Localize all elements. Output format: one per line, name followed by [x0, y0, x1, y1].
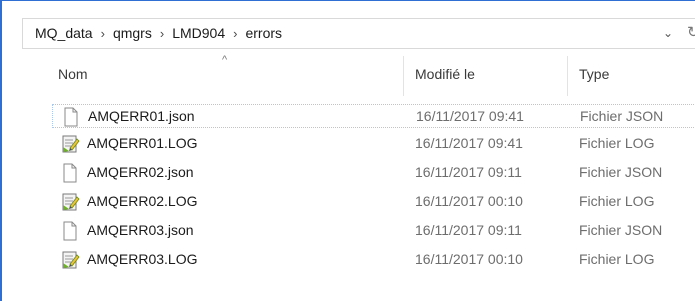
file-row[interactable]: AMQERR03.json 16/11/2017 09:11 Fichier J… [52, 219, 695, 243]
file-name: AMQERR02.json [87, 164, 194, 180]
refresh-icon[interactable]: ↻ [687, 23, 695, 41]
file-name: AMQERR02.LOG [87, 193, 198, 209]
text-document-icon [62, 135, 80, 153]
file-modified-date: 16/11/2017 09:11 [415, 164, 522, 180]
file-name: AMQERR01.LOG [87, 135, 198, 151]
file-row[interactable]: AMQERR01.json 16/11/2017 09:41 Fichier J… [52, 104, 695, 128]
file-modified-date: 16/11/2017 09:41 [415, 135, 523, 151]
column-divider[interactable] [403, 56, 404, 96]
blank-document-icon [63, 221, 77, 241]
window-left-border [0, 0, 2, 301]
file-modified-date: 16/11/2017 09:41 [416, 108, 524, 124]
file-modified-date: 16/11/2017 09:11 [415, 222, 522, 238]
breadcrumb: MQ_data › qmgrs › LMD904 › errors [35, 25, 282, 41]
file-type: Fichier JSON [579, 222, 663, 238]
chevron-right-icon[interactable]: › [101, 26, 105, 41]
column-headers: ^ Nom Modifié le Type [0, 52, 695, 100]
file-row[interactable]: AMQERR03.LOG 16/11/2017 00:10 Fichier LO… [52, 248, 695, 272]
column-header-type[interactable]: Type [579, 66, 609, 82]
chevron-right-icon[interactable]: › [160, 26, 164, 41]
breadcrumb-item-lmd904[interactable]: LMD904 [172, 25, 225, 41]
file-type: Fichier LOG [579, 193, 655, 209]
file-modified-date: 16/11/2017 00:10 [415, 193, 523, 209]
file-row[interactable]: AMQERR01.LOG 16/11/2017 09:41 Fichier LO… [52, 132, 695, 156]
chevron-right-icon[interactable]: › [233, 26, 237, 41]
column-header-name[interactable]: Nom [58, 66, 88, 82]
breadcrumb-item-mq-data[interactable]: MQ_data [35, 25, 93, 41]
file-row[interactable]: AMQERR02.LOG 16/11/2017 00:10 Fichier LO… [52, 190, 695, 214]
column-divider[interactable] [567, 56, 568, 96]
sort-ascending-icon: ^ [222, 54, 228, 66]
breadcrumb-item-errors[interactable]: errors [245, 25, 282, 41]
file-type: Fichier JSON [579, 164, 663, 180]
text-document-icon [62, 193, 80, 211]
text-document-icon [62, 251, 80, 269]
file-row[interactable]: AMQERR02.json 16/11/2017 09:11 Fichier J… [52, 161, 695, 185]
chevron-down-icon[interactable]: ⌄ [663, 26, 673, 40]
file-type: Fichier LOG [579, 135, 655, 151]
file-type: Fichier JSON [580, 108, 664, 124]
file-name: AMQERR03.json [87, 222, 194, 238]
file-name: AMQERR01.json [88, 108, 195, 124]
blank-document-icon [64, 107, 78, 127]
breadcrumb-item-qmgrs[interactable]: qmgrs [113, 25, 152, 41]
address-bar[interactable]: MQ_data › qmgrs › LMD904 › errors ⌄ ↻ [22, 18, 695, 49]
file-explorer-window: MQ_data › qmgrs › LMD904 › errors ⌄ ↻ ^ … [0, 0, 695, 301]
blank-document-icon [63, 163, 77, 183]
file-type: Fichier LOG [579, 251, 655, 267]
file-modified-date: 16/11/2017 00:10 [415, 251, 523, 267]
column-header-modified[interactable]: Modifié le [415, 66, 475, 82]
window-top-border [0, 0, 695, 1]
file-name: AMQERR03.LOG [87, 251, 198, 267]
